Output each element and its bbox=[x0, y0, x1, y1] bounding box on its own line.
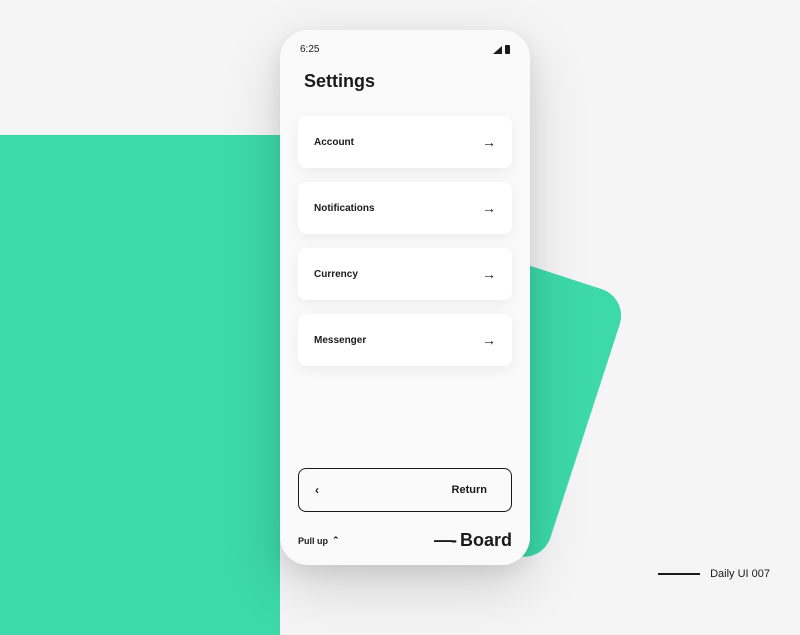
chevron-left-icon: ‹ bbox=[315, 483, 319, 497]
footer-line-icon bbox=[658, 573, 700, 575]
settings-item-messenger[interactable]: Messenger → bbox=[298, 314, 512, 366]
chevron-up-icon: ⌃ bbox=[332, 535, 340, 546]
arrow-right-icon: → bbox=[482, 332, 496, 348]
pull-up-handle[interactable]: Pull up ⌃ bbox=[298, 535, 340, 546]
settings-item-label: Account bbox=[314, 137, 354, 148]
phone-frame: 6:25 Settings Account → Notifications → … bbox=[280, 30, 530, 565]
brand-name: Board bbox=[460, 530, 512, 551]
background-shape-left bbox=[0, 135, 280, 635]
brand-logo: —- Board bbox=[434, 530, 512, 551]
settings-item-currency[interactable]: Currency → bbox=[298, 248, 512, 300]
settings-item-notifications[interactable]: Notifications → bbox=[298, 182, 512, 234]
settings-item-label: Notifications bbox=[314, 203, 375, 214]
status-bar: 6:25 bbox=[298, 44, 512, 55]
bottom-row: Pull up ⌃ —- Board bbox=[298, 530, 512, 551]
settings-list: Account → Notifications → Currency → Mes… bbox=[298, 116, 512, 366]
page-title: Settings bbox=[298, 71, 512, 92]
settings-item-label: Currency bbox=[314, 269, 358, 280]
battery-icon bbox=[505, 45, 510, 54]
arrow-right-icon: → bbox=[482, 266, 496, 282]
arrow-right-icon: → bbox=[482, 200, 496, 216]
footer-caption: Daily UI 007 bbox=[658, 568, 770, 580]
return-button-label: Return bbox=[452, 484, 487, 496]
status-time: 6:25 bbox=[300, 44, 319, 55]
settings-item-label: Messenger bbox=[314, 335, 366, 346]
return-button[interactable]: ‹ Return bbox=[298, 468, 512, 512]
signal-icon bbox=[493, 46, 502, 54]
settings-item-account[interactable]: Account → bbox=[298, 116, 512, 168]
brand-prefix: —- bbox=[434, 530, 456, 551]
status-icons bbox=[493, 45, 510, 54]
pull-up-label: Pull up bbox=[298, 536, 328, 546]
arrow-right-icon: → bbox=[482, 134, 496, 150]
footer-text: Daily UI 007 bbox=[710, 568, 770, 580]
